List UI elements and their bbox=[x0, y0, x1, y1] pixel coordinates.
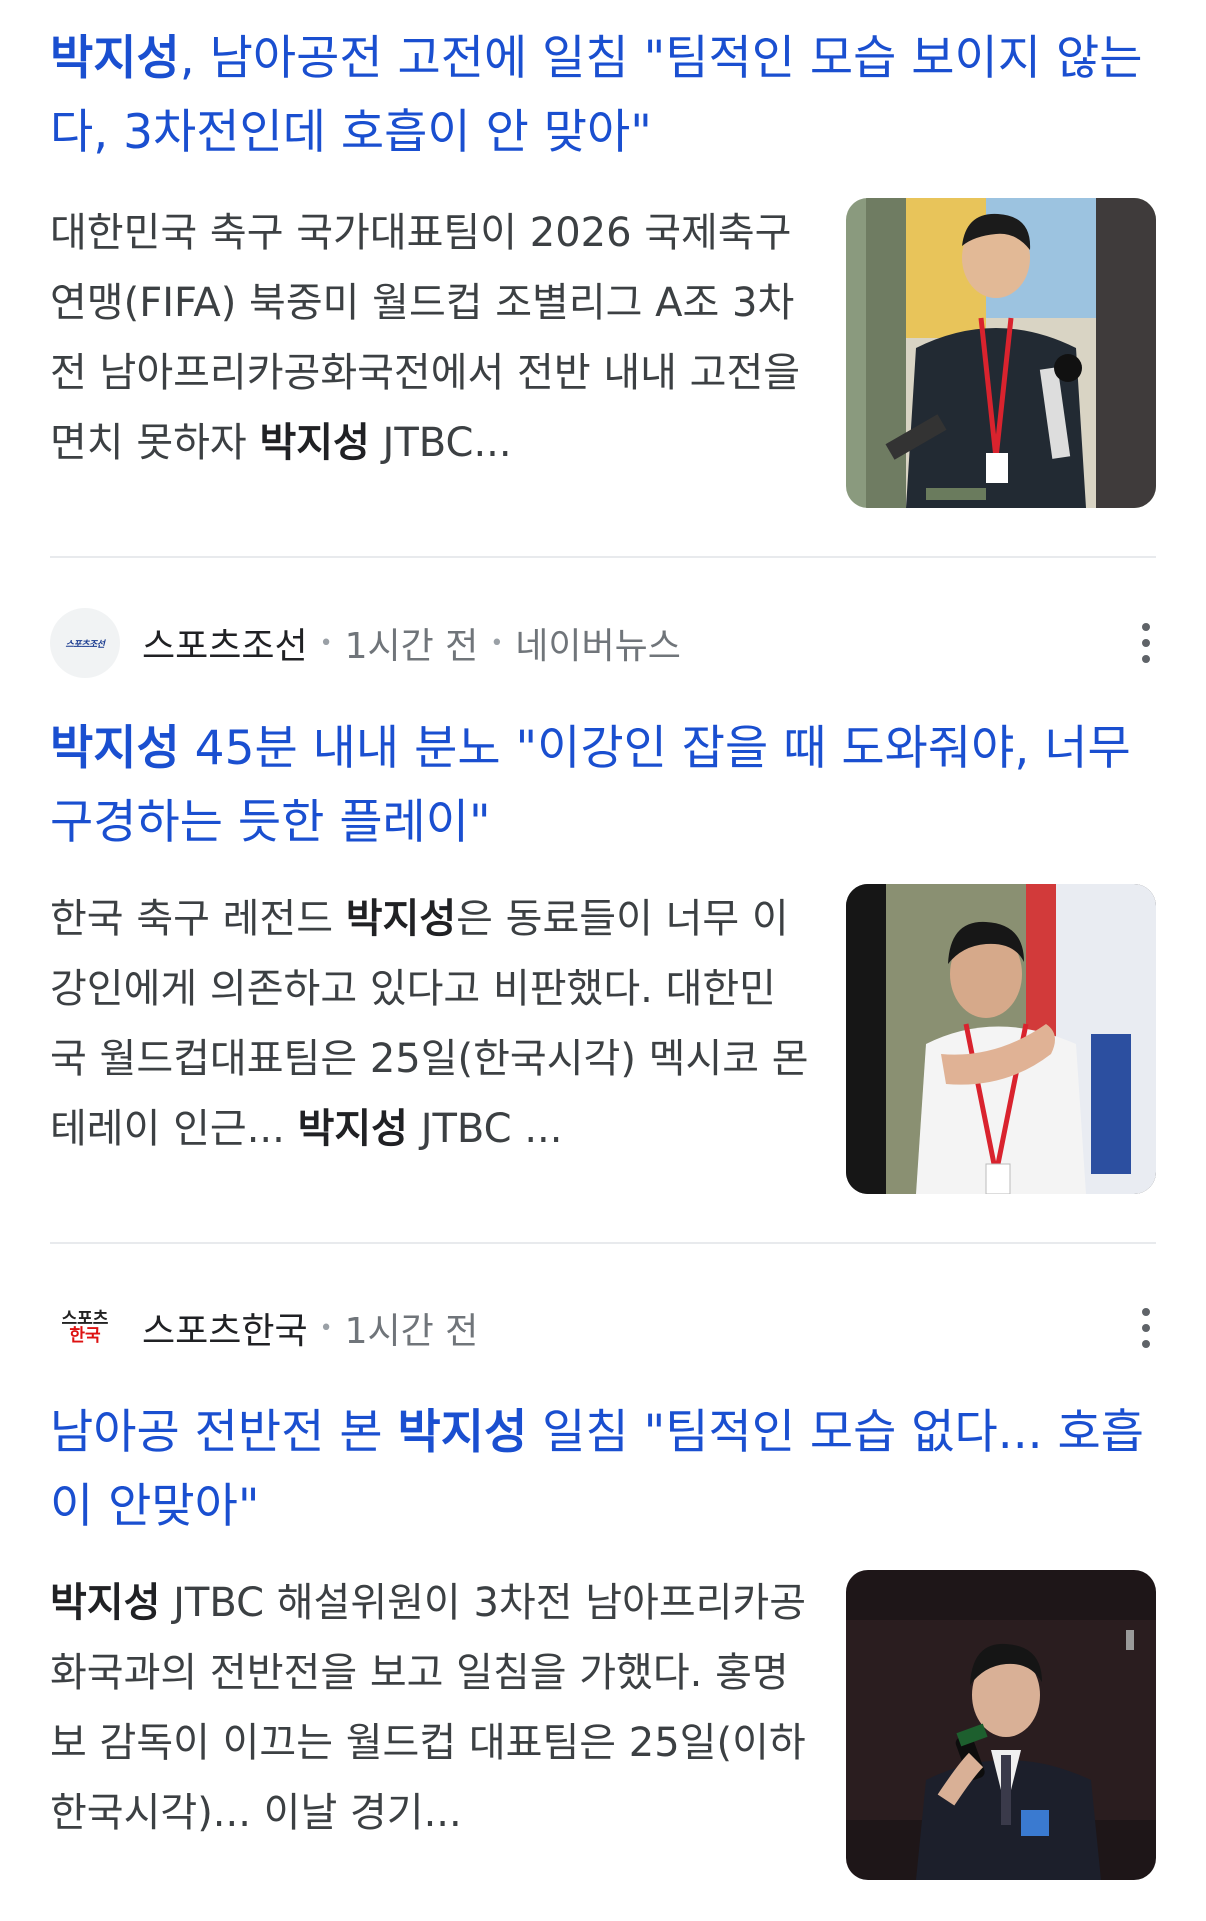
title-highlight: 박지성 bbox=[397, 1405, 528, 1460]
thumbnail-photo-interview bbox=[846, 198, 1156, 508]
news-card-2[interactable]: 스포츠조선 스포츠조선 • 1시간 전 • 네이버뉴스 박지성 45분 내내 분… bbox=[0, 558, 1206, 1242]
article-snippet: 박지성 JTBC 해설위원이 3차전 남아프리카공화국과의 전반전을 보고 일침… bbox=[50, 1568, 810, 1848]
news-card-1[interactable]: 박지성, 남아공전 고전에 일침 "팀적인 모습 보이지 않는다, 3차전인데 … bbox=[0, 0, 1206, 555]
snippet-text-end: JTBC... bbox=[369, 420, 512, 466]
article-thumbnail[interactable] bbox=[846, 1570, 1156, 1880]
news-feed: 박지성, 남아공전 고전에 일침 "팀적인 모습 보이지 않는다, 3차전인데 … bbox=[0, 0, 1206, 1921]
more-vert-icon[interactable] bbox=[1126, 1298, 1166, 1358]
snippet-highlight-2: 박지성 bbox=[297, 1106, 408, 1152]
publish-time: 1시간 전 bbox=[344, 1311, 479, 1352]
article-thumbnail[interactable] bbox=[846, 198, 1156, 508]
article-title[interactable]: 박지성 45분 내내 분노 "이강인 잡을 때 도와줘야, 너무 구경하는 듯한… bbox=[50, 712, 1150, 860]
separator-dot: • bbox=[319, 1315, 333, 1341]
source-logo: 스포츠 한국 bbox=[50, 1293, 120, 1363]
title-text-pre: 남아공 전반전 본 bbox=[50, 1405, 398, 1460]
article-snippet: 한국 축구 레전드 박지성은 동료들이 너무 이강인에게 의존하고 있다고 비판… bbox=[50, 884, 810, 1164]
publish-time: 1시간 전 bbox=[344, 626, 479, 667]
thumbnail-photo-speaker bbox=[846, 1570, 1156, 1880]
snippet-text: 한국 축구 레전드 bbox=[50, 896, 346, 942]
snippet-highlight: 박지성 bbox=[259, 420, 370, 466]
source-row: 스포츠조선 스포츠조선 • 1시간 전 • 네이버뉴스 bbox=[50, 603, 1166, 683]
separator-dot: • bbox=[490, 630, 504, 656]
source-name[interactable]: 스포츠조선 bbox=[142, 617, 308, 669]
snippet-highlight: 박지성 bbox=[50, 1580, 161, 1626]
logo-text: 스포츠조선 bbox=[65, 639, 105, 650]
title-text: , 남아공전 고전에 일침 "팀적인 모습 보이지 않는다, 3차전인데 호흡이… bbox=[50, 31, 1143, 160]
article-thumbnail[interactable] bbox=[846, 884, 1156, 1194]
source-name[interactable]: 스포츠한국 bbox=[142, 1302, 308, 1354]
logo-text-line2: 한국 bbox=[69, 1326, 101, 1346]
snippet-highlight: 박지성 bbox=[345, 896, 457, 942]
article-title[interactable]: 남아공 전반전 본 박지성 일침 "팀적인 모습 없다... 호흡이 안맞아" bbox=[50, 1396, 1150, 1544]
more-vert-icon[interactable] bbox=[1126, 613, 1166, 673]
source-row: 스포츠 한국 스포츠한국 • 1시간 전 bbox=[50, 1288, 1166, 1368]
snippet-text: JTBC 해설위원이 3차전 남아프리카공화국과의 전반전을 보고 일침을 가했… bbox=[50, 1580, 807, 1836]
article-title[interactable]: 박지성, 남아공전 고전에 일침 "팀적인 모습 보이지 않는다, 3차전인데 … bbox=[50, 22, 1150, 170]
platform-label: 네이버뉴스 bbox=[515, 626, 681, 667]
snippet-text-end: JTBC ... bbox=[407, 1106, 563, 1152]
source-logo: 스포츠조선 bbox=[50, 608, 120, 678]
article-snippet: 대한민국 축구 국가대표팀이 2026 국제축구연맹(FIFA) 북중미 월드컵… bbox=[50, 198, 810, 478]
news-card-3[interactable]: 스포츠 한국 스포츠한국 • 1시간 전 남아공 전반전 본 박지성 일침 "팀… bbox=[0, 1244, 1206, 1921]
thumbnail-photo-player bbox=[846, 884, 1156, 1194]
title-text: 45분 내내 분노 "이강인 잡을 때 도와줘야, 너무 구경하는 듯한 플레이… bbox=[50, 721, 1131, 850]
title-highlight: 박지성 bbox=[50, 31, 180, 86]
separator-dot: • bbox=[319, 630, 333, 656]
title-highlight: 박지성 bbox=[50, 721, 180, 776]
